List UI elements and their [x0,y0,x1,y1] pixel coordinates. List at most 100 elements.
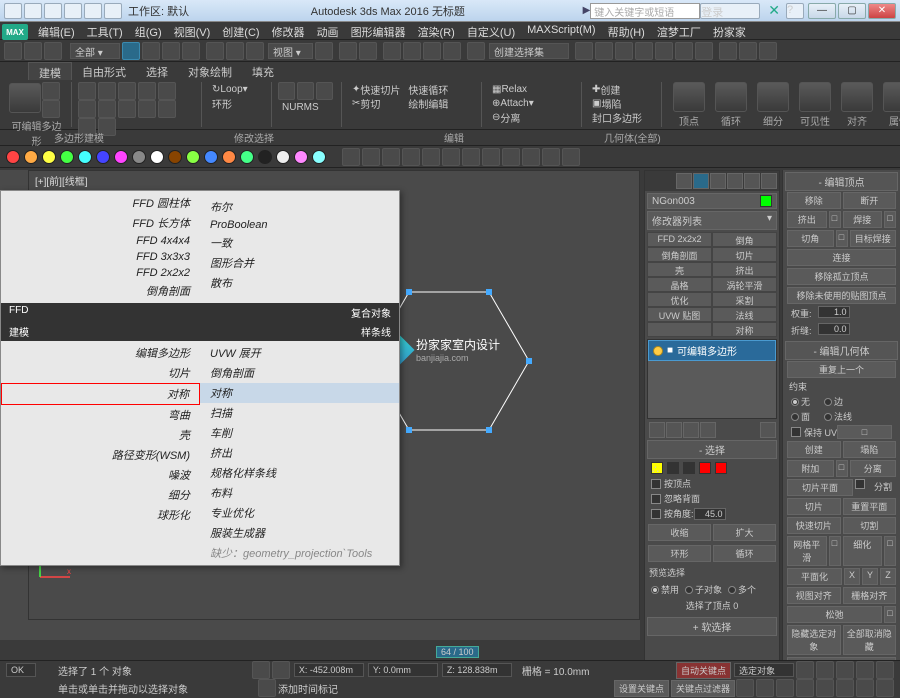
constrain-face-radio[interactable] [791,413,799,421]
detach-button[interactable]: 分离 [850,460,897,477]
mod-blank[interactable] [647,322,712,337]
cmd-hierarchy-icon[interactable] [710,173,726,189]
vis-btn[interactable] [799,82,831,112]
menu-help[interactable]: 帮助(H) [602,22,651,39]
matball-icon[interactable] [42,150,56,164]
ring-button[interactable]: 环形 [208,96,265,110]
preserve-uv-settings[interactable]: □ [837,425,892,439]
qat-redo-icon[interactable] [104,3,122,19]
close-button[interactable]: ✕ [868,3,896,19]
qat-undo-icon[interactable] [84,3,102,19]
sun-icon[interactable] [362,148,380,166]
z-coord-input[interactable]: Z: 128.838m [442,663,512,677]
keyboard-icon[interactable] [359,42,377,60]
matball-icon[interactable] [114,150,128,164]
grid-align-button[interactable]: 栅格对齐 [843,587,897,604]
matball-icon[interactable] [312,150,326,164]
grow-button[interactable]: 扩大 [713,524,776,541]
workspace-label[interactable]: 工作区: 默认 [128,3,189,19]
menu-graph[interactable]: 图形编辑器 [345,22,412,39]
spinner-snap-icon[interactable] [443,42,461,60]
cmd-create-icon[interactable] [676,173,692,189]
mod-ffd[interactable]: FFD 2x2x2 [647,232,712,247]
ctx-lathe[interactable]: 车削 [200,423,399,443]
matball-icon[interactable] [222,150,236,164]
angle-snap-icon[interactable] [403,42,421,60]
mod-lattice[interactable]: 晶格 [647,277,712,292]
subd-btn[interactable] [757,82,789,112]
preserve-uv-checkbox[interactable] [791,427,801,437]
seal-btn[interactable]: 封口多边形 [588,110,655,124]
matball-icon[interactable] [78,150,92,164]
matball-icon[interactable] [150,150,164,164]
pin-stack-icon[interactable] [649,422,665,438]
extrude-button[interactable]: 挤出 [787,211,827,228]
qat-save-icon[interactable] [64,3,82,19]
attach-button[interactable]: 附加 [787,460,834,477]
qat-open-icon[interactable] [44,3,62,19]
vertex-btn[interactable] [673,82,705,112]
ctx-symmetry2[interactable]: 对称 [200,383,399,403]
nav-orbit-icon[interactable] [776,679,794,697]
render-icon[interactable] [759,42,777,60]
reset-plane-button[interactable]: 重置平面 [843,498,897,515]
matball-icon[interactable] [60,150,74,164]
mod-turbosmooth[interactable]: 涡轮平滑 [712,277,777,292]
ctx-bevel-profile2[interactable]: 倒角剖面 [200,363,399,383]
rb-icon[interactable] [158,100,176,118]
mod-normal[interactable]: 法线 [712,307,777,322]
connect-button[interactable]: 连接 [787,249,896,266]
matball-icon[interactable] [168,150,182,164]
util5-icon[interactable] [542,148,560,166]
cmd-display-icon[interactable] [744,173,760,189]
ctx-shell[interactable]: 壳 [1,425,200,445]
menu-create[interactable]: 创建(C) [216,22,265,39]
menu-edit[interactable]: 编辑(E) [32,22,81,39]
render-setup-icon[interactable] [719,42,737,60]
select-icon[interactable] [122,42,140,60]
remove-button[interactable]: 移除 [787,192,841,209]
rollout-soft-sel[interactable]: + 软选择 [647,617,777,636]
rb-icon[interactable] [316,82,333,100]
create-btn[interactable]: ✚ 创建 [588,82,655,96]
matball-icon[interactable] [24,150,38,164]
sys-icon[interactable] [442,148,460,166]
ctx-symmetry[interactable]: 对称 [1,383,200,405]
snap-icon[interactable] [383,42,401,60]
planarize-button[interactable]: 平面化 [787,568,842,585]
slice-plane-button[interactable]: 切片平面 [787,479,853,496]
modifier-list-dropdown[interactable]: 修改器列表▾ [647,211,777,230]
rollout-edit-vertex[interactable]: - 编辑顶点 [785,172,898,191]
tab-object-paint[interactable]: 对象绘制 [178,62,242,80]
curve-editor-icon[interactable] [655,42,673,60]
time-slider[interactable]: 64 / 100 [436,646,479,658]
util3-icon[interactable] [502,148,520,166]
matball-red-icon[interactable] [6,150,20,164]
nav-max-icon[interactable] [796,679,814,697]
set-key-button[interactable]: 设置关键点 [614,680,669,697]
rb-icon[interactable] [158,82,176,100]
mod-shell[interactable]: 壳 [647,262,712,277]
window-crossing-icon[interactable] [182,42,200,60]
matball-icon[interactable] [204,150,218,164]
rollout-selection[interactable]: - 选择 [647,440,777,459]
ring-button[interactable]: 环形 [648,545,711,562]
slice-button[interactable]: 切片 [787,498,841,515]
nav-zoom-ext-icon[interactable] [856,679,874,697]
link-icon[interactable] [4,42,22,60]
rb-icon[interactable] [278,82,295,100]
ctx-ffd-cyl[interactable]: FFD 圆柱体 [1,193,200,213]
fast-cut-btn[interactable]: ✦ 快速切片 [348,82,404,96]
cmd-motion-icon[interactable] [727,173,743,189]
play-end-icon[interactable] [876,661,894,679]
rb-icon[interactable] [98,82,116,100]
ctx-cloth[interactable]: 布料 [200,483,399,503]
constrain-normal-radio[interactable] [824,413,832,421]
camera-icon[interactable] [382,148,400,166]
tess-button[interactable]: 细化 [843,536,883,566]
planar-x[interactable]: X [844,568,860,585]
matball-icon[interactable] [240,150,254,164]
helper-icon[interactable] [402,148,420,166]
menu-renderdream[interactable]: 渲梦工厂 [651,22,707,39]
unlink-icon[interactable] [24,42,42,60]
